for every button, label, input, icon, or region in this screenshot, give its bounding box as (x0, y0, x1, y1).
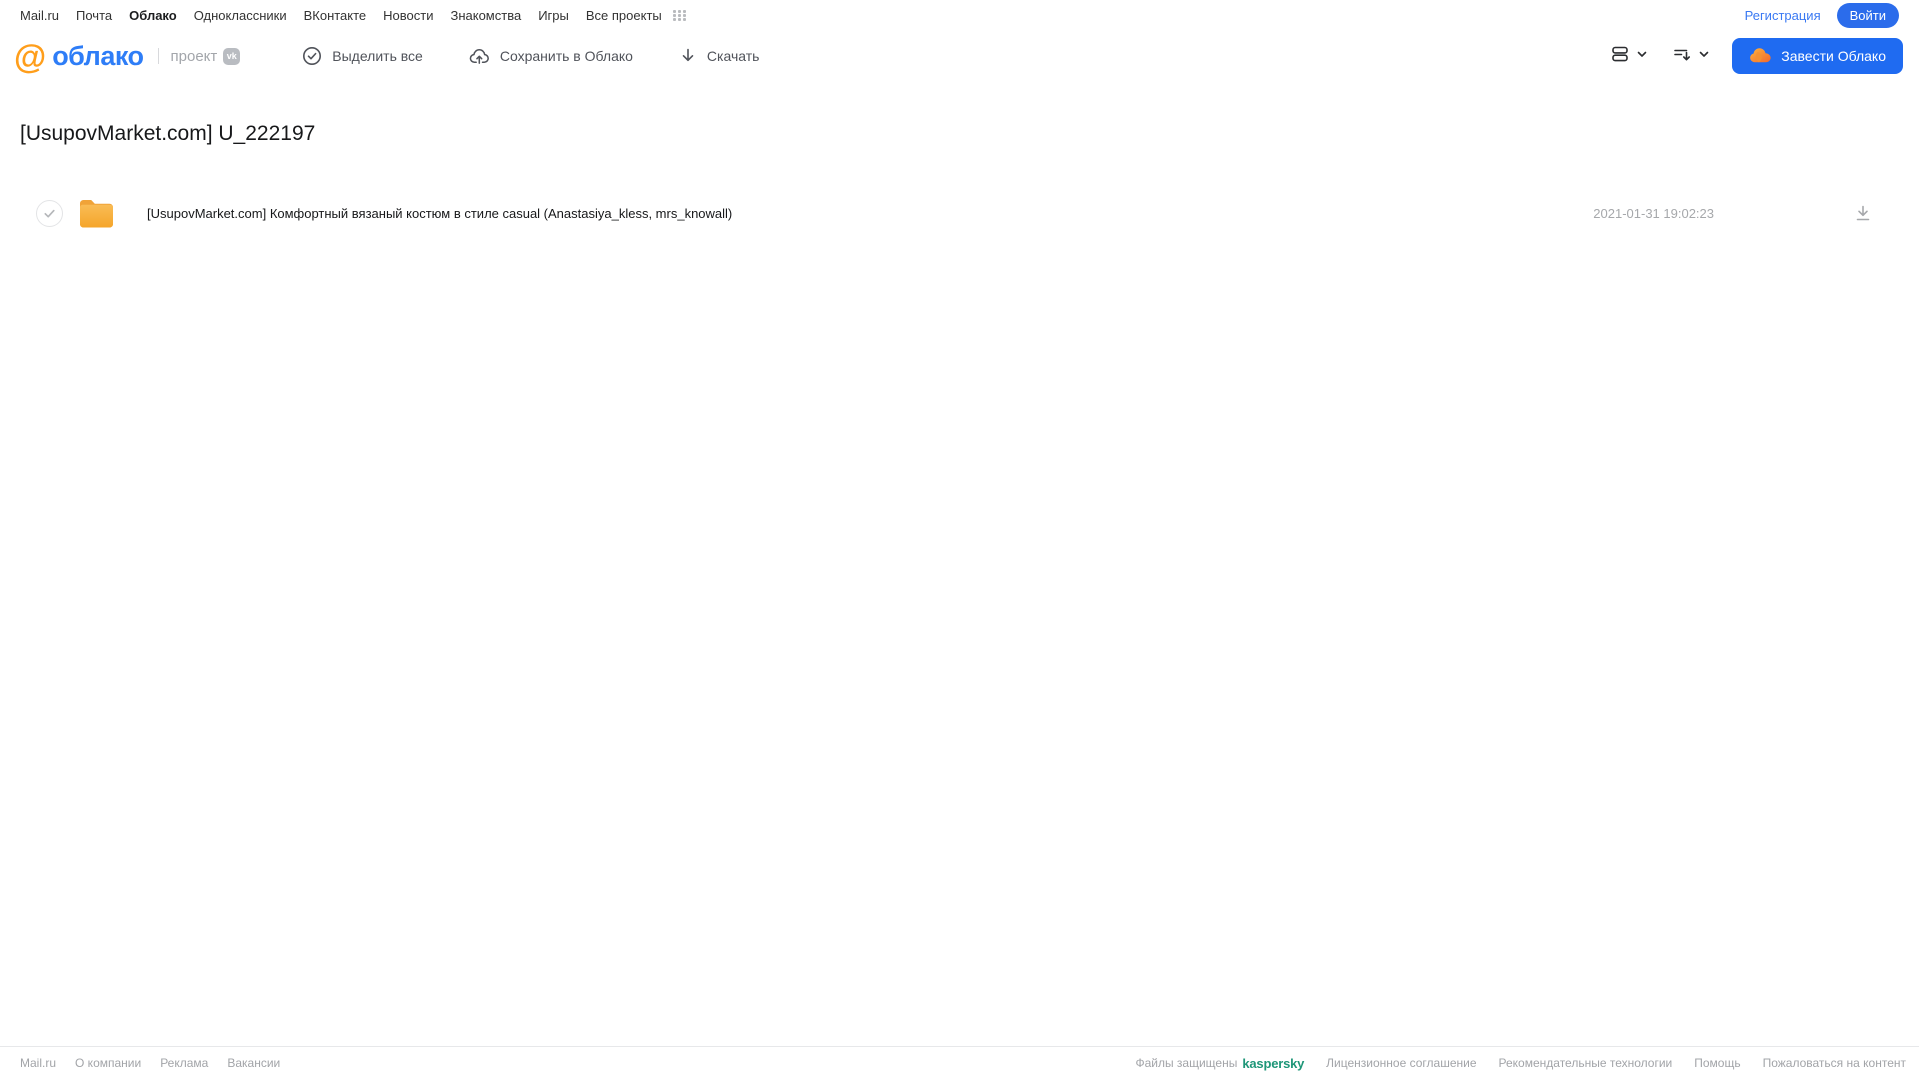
row-checkbox[interactable] (36, 199, 63, 227)
project-label: проект (170, 47, 218, 65)
list-view-icon (1610, 44, 1630, 69)
footer-link-reklama[interactable]: Реклама (160, 1056, 208, 1070)
footer-bar: Mail.ru О компании Реклама Вакансии Файл… (0, 1046, 1919, 1079)
save-to-cloud-label: Сохранить в Облако (499, 48, 633, 64)
footer-link-report-content[interactable]: Пожаловаться на контент (1763, 1056, 1906, 1070)
sort-dropdown[interactable] (1672, 44, 1710, 69)
logo-divider (157, 48, 159, 64)
topnav-link-novosti[interactable]: Новости (383, 8, 433, 23)
header-right-controls: Завести Облако (1610, 38, 1903, 74)
footer-right-links: Файлы защищены kaspersky Лицензионное со… (1135, 1056, 1906, 1071)
topnav-link-odnoklassniki[interactable]: Одноклассники (194, 8, 287, 23)
cloud-upload-icon (469, 46, 490, 66)
file-toolbar: Выделить все Сохранить в Облако Скачать (302, 46, 759, 66)
select-all-label: Выделить все (332, 48, 423, 64)
footer-link-mailru[interactable]: Mail.ru (20, 1056, 56, 1070)
select-all-button[interactable]: Выделить все (302, 46, 423, 66)
login-button[interactable]: Войти (1836, 2, 1899, 28)
kaspersky-logo[interactable]: kaspersky (1242, 1056, 1304, 1071)
page-title: [UsupovMarket.com] U_222197 (20, 122, 316, 145)
top-utility-nav: Mail.ru Почта Облако Одноклассники ВКонт… (0, 0, 1919, 30)
topnav-link-pochta[interactable]: Почта (76, 8, 112, 23)
sort-icon (1672, 44, 1692, 69)
file-row[interactable]: [UsupovMarket.com] Комфортный вязаный ко… (20, 191, 1899, 235)
check-circle-icon (302, 46, 322, 66)
footer-link-recommendations[interactable]: Рекомендательные технологии (1499, 1056, 1673, 1070)
topnav-link-vse-proekty[interactable]: Все проекты (586, 8, 662, 23)
get-cloud-label: Завести Облако (1781, 48, 1886, 64)
footer-left-links: Mail.ru О компании Реклама Вакансии (20, 1056, 280, 1070)
apps-grid-icon[interactable] (672, 9, 687, 21)
get-cloud-button[interactable]: Завести Облако (1732, 38, 1903, 74)
footer-link-o-kompanii[interactable]: О компании (75, 1056, 141, 1070)
row-download-icon[interactable] (1854, 204, 1872, 222)
folder-icon (79, 198, 114, 229)
file-name[interactable]: [UsupovMarket.com] Комфортный вязаный ко… (147, 206, 1593, 221)
main-content: [UsupovMarket.com] U_222197 [UsupovMarke… (0, 82, 1919, 235)
protected-label: Файлы защищены (1135, 1056, 1238, 1070)
footer-link-help[interactable]: Помощь (1694, 1056, 1740, 1070)
registration-link[interactable]: Регистрация (1745, 8, 1821, 23)
view-mode-dropdown[interactable] (1610, 44, 1648, 69)
cloud-icon (1749, 46, 1772, 67)
kaspersky-protected: Файлы защищены kaspersky (1135, 1056, 1304, 1071)
header-bar: @ облако проект vk Выделить все Сохранит… (0, 30, 1919, 82)
save-to-cloud-button[interactable]: Сохранить в Облако (469, 46, 633, 66)
chevron-down-icon (1698, 47, 1710, 65)
file-date: 2021-01-31 19:02:23 (1593, 205, 1714, 221)
topnav-link-znakomstva[interactable]: Знакомства (450, 8, 521, 23)
footer-link-license[interactable]: Лицензионное соглашение (1326, 1056, 1476, 1070)
download-label: Скачать (706, 48, 760, 64)
file-list: [UsupovMarket.com] Комфортный вязаный ко… (20, 191, 1899, 235)
logo-text: облако (52, 40, 144, 71)
vk-badge-icon: vk (223, 47, 241, 65)
topnav-link-mailru[interactable]: Mail.ru (20, 8, 59, 23)
topnav-link-igry[interactable]: Игры (538, 8, 569, 23)
topnav-link-oblako[interactable]: Облако (129, 8, 177, 23)
chevron-down-icon (1636, 47, 1648, 65)
mailru-at-icon: @ (14, 37, 47, 75)
topnav-link-vkontakte[interactable]: ВКонтакте (304, 8, 367, 23)
cloud-logo[interactable]: @ облако проект vk (14, 37, 241, 75)
download-arrow-icon (679, 46, 697, 66)
footer-link-vakansii[interactable]: Вакансии (227, 1056, 280, 1070)
download-button[interactable]: Скачать (679, 46, 760, 66)
